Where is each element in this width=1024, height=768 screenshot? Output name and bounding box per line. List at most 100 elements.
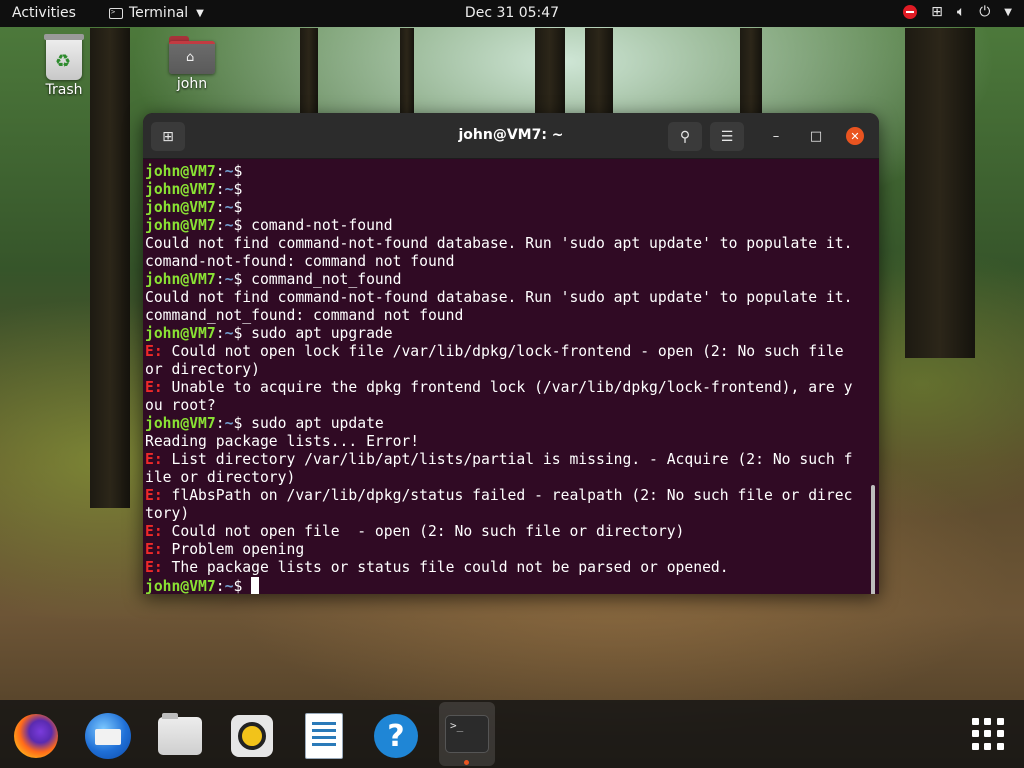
tree-trunk: [535, 28, 565, 118]
terminal-line: E: Problem opening: [145, 541, 879, 559]
terminal-window: ⊞ john@VM7: ~ ⚲ ☰ – □ ✕ john@VM7:~$ john…: [143, 113, 879, 594]
dock-item-help[interactable]: ?: [368, 708, 424, 764]
trash-icon: ♻: [44, 34, 84, 80]
prompt-symbol: $: [233, 415, 252, 432]
window-headerbar[interactable]: ⊞ john@VM7: ~ ⚲ ☰ – □ ✕: [143, 113, 879, 159]
help-icon: ?: [374, 714, 418, 758]
prompt-user: john@VM7: [145, 181, 216, 198]
desktop-icon-home[interactable]: ⌂ john: [157, 36, 227, 92]
app-menu[interactable]: > Terminal ▼: [109, 5, 204, 21]
terminal-line: john@VM7:~$: [145, 577, 879, 594]
output-text: Reading package lists... Error!: [145, 433, 420, 450]
tree-trunk: [400, 28, 414, 118]
terminal-line: Could not find command-not-found databas…: [145, 289, 879, 307]
chevron-down-icon[interactable]: ▼: [1004, 7, 1012, 18]
search-icon: ⚲: [679, 128, 691, 145]
output-text: or directory): [145, 361, 260, 378]
scrollbar[interactable]: [871, 485, 875, 594]
minimize-button[interactable]: –: [767, 127, 785, 145]
error-prefix: E:: [145, 541, 163, 558]
app-menu-label: Terminal: [129, 5, 189, 21]
close-icon: ✕: [850, 129, 860, 143]
command-text: comand-not-found: [251, 217, 393, 234]
desktop-icon-label: john: [176, 76, 208, 92]
desktop-icon-trash[interactable]: ♻ Trash: [29, 34, 99, 98]
prompt-sep: :: [215, 163, 225, 180]
new-tab-button[interactable]: ⊞: [151, 122, 185, 151]
menu-button[interactable]: ☰: [710, 122, 744, 151]
prompt-sep: :: [215, 199, 225, 216]
top-bar: Activities > Terminal ▼ Dec 31 05:47 ⊞ 🔈…: [0, 0, 1024, 27]
prompt-user: john@VM7: [145, 163, 216, 180]
dock-item-files[interactable]: [152, 708, 208, 764]
rhythmbox-icon: [231, 715, 273, 757]
prompt-sep: :: [215, 181, 225, 198]
output-text: ile or directory): [145, 469, 296, 486]
terminal-line: john@VM7:~$: [145, 199, 879, 217]
prompt-symbol: $: [233, 163, 252, 180]
error-text: Could not open file - open (2: No such f…: [162, 523, 685, 540]
tree-trunk: [585, 28, 613, 118]
dock: ? >_: [0, 700, 1024, 768]
power-icon[interactable]: ⏻: [979, 4, 990, 20]
maximize-button[interactable]: □: [807, 127, 825, 145]
dock-item-firefox[interactable]: [8, 708, 64, 764]
running-indicator: [464, 760, 469, 765]
prompt-symbol: $: [233, 325, 252, 342]
search-button[interactable]: ⚲: [668, 122, 702, 151]
close-button[interactable]: ✕: [846, 127, 864, 145]
terminal-output[interactable]: john@VM7:~$ john@VM7:~$ john@VM7:~$ john…: [143, 159, 879, 594]
firefox-icon: [14, 714, 58, 758]
dock-item-thunderbird[interactable]: [80, 708, 136, 764]
terminal-line: command_not_found: command not found: [145, 307, 879, 325]
dock-item-terminal[interactable]: >_: [439, 702, 495, 766]
error-prefix: E:: [145, 523, 163, 540]
command-text: sudo apt update: [251, 415, 384, 432]
dock-item-libreoffice-writer[interactable]: [296, 708, 352, 764]
error-text: Unable to acquire the dpkg frontend lock…: [162, 379, 853, 396]
prompt-symbol: $: [233, 217, 252, 234]
terminal-line: E: flAbsPath on /var/lib/dpkg/status fai…: [145, 487, 879, 505]
prompt-user: john@VM7: [145, 217, 216, 234]
error-prefix: E:: [145, 379, 163, 396]
terminal-line: comand-not-found: command not found: [145, 253, 879, 271]
prompt-sep: :: [215, 325, 225, 342]
terminal-line: ile or directory): [145, 469, 879, 487]
new-tab-icon: ⊞: [162, 128, 174, 145]
home-folder-icon: ⌂: [169, 36, 215, 74]
terminal-line: or directory): [145, 361, 879, 379]
dock-item-rhythmbox[interactable]: [224, 708, 280, 764]
terminal-line: Reading package lists... Error!: [145, 433, 879, 451]
files-icon: [158, 713, 202, 755]
prompt-user: john@VM7: [145, 325, 216, 342]
terminal-line: john@VM7:~$ sudo apt update: [145, 415, 879, 433]
terminal-line: E: Unable to acquire the dpkg frontend l…: [145, 379, 879, 397]
error-prefix: E:: [145, 487, 163, 504]
terminal-line: ou root?: [145, 397, 879, 415]
terminal-line: Could not find command-not-found databas…: [145, 235, 879, 253]
output-text: Could not find command-not-found databas…: [145, 289, 853, 306]
terminal-line: E: Could not open lock file /var/lib/dpk…: [145, 343, 879, 361]
output-text: Could not find command-not-found databas…: [145, 235, 853, 252]
network-icon[interactable]: ⊞: [931, 4, 943, 20]
terminal-line: E: The package lists or status file coul…: [145, 559, 879, 577]
activities-button[interactable]: Activities: [12, 5, 76, 21]
terminal-line: tory): [145, 505, 879, 523]
output-text: comand-not-found: command not found: [145, 253, 455, 270]
output-text: tory): [145, 505, 190, 522]
do-not-disturb-icon[interactable]: [903, 5, 918, 19]
tree-trunk: [300, 28, 318, 118]
terminal-line: john@VM7:~$: [145, 181, 879, 199]
desktop-icon-label: Trash: [45, 82, 83, 98]
prompt-sep: :: [215, 415, 225, 432]
tree-trunk: [90, 28, 130, 508]
show-applications-button[interactable]: [972, 718, 1004, 750]
error-prefix: E:: [145, 559, 163, 576]
terminal-line: E: Could not open file - open (2: No suc…: [145, 523, 879, 541]
prompt-sep: :: [215, 217, 225, 234]
error-text: Could not open lock file /var/lib/dpkg/l…: [162, 343, 844, 360]
prompt-symbol: $: [233, 578, 252, 594]
system-tray[interactable]: ⊞ 🔈︎ ⏻ ▼: [903, 4, 1012, 20]
volume-icon[interactable]: 🔈︎: [957, 4, 965, 20]
prompt-symbol: $: [233, 199, 252, 216]
